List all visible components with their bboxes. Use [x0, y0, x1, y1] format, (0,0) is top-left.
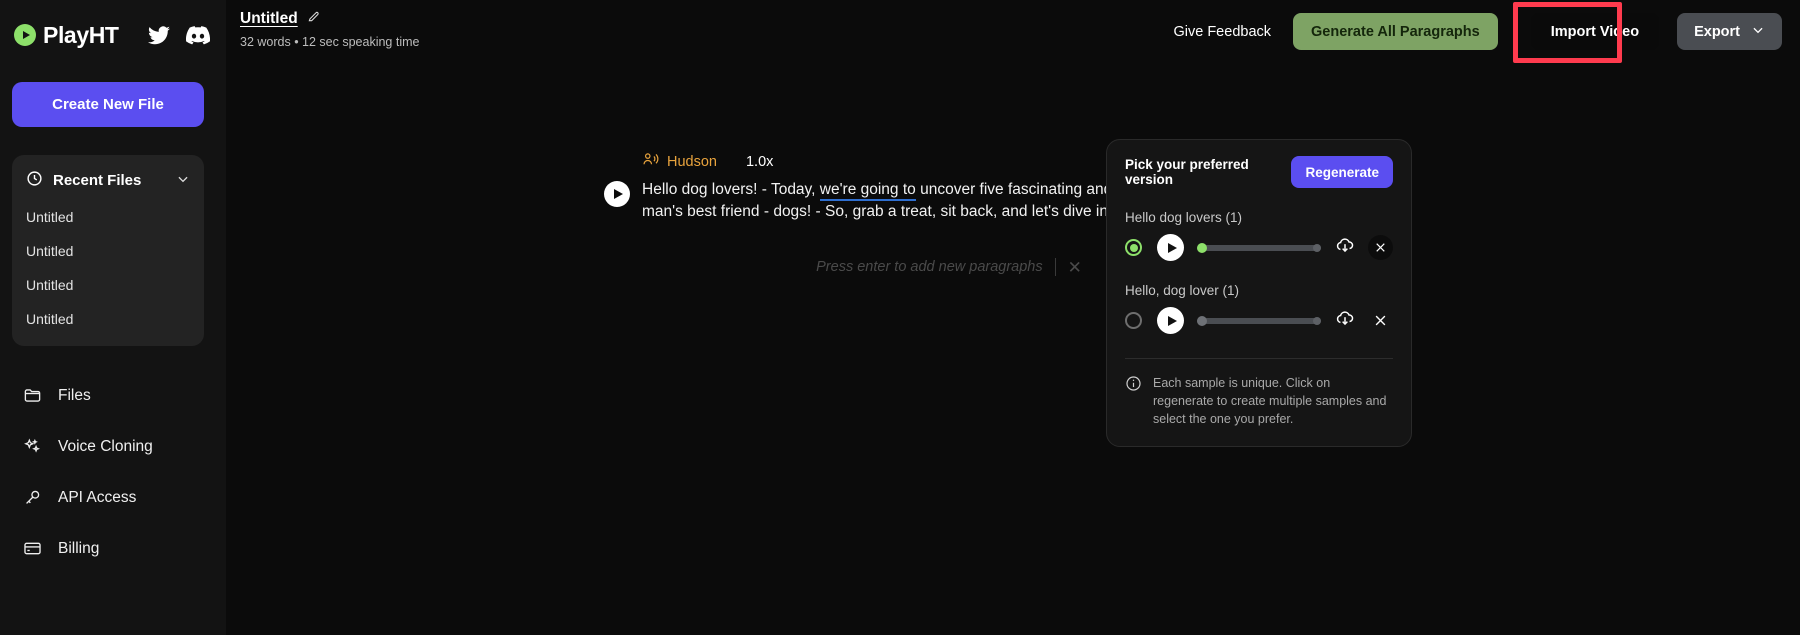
create-new-file-button[interactable]: Create New File	[12, 82, 204, 127]
play-icon[interactable]	[1157, 307, 1184, 334]
version-controls	[1125, 234, 1393, 261]
panel-info-text: Each sample is unique. Click on regenera…	[1153, 376, 1387, 426]
play-icon[interactable]	[1157, 234, 1184, 261]
close-icon[interactable]	[1368, 308, 1393, 333]
add-paragraph-hint: Press enter to add new paragraphs	[816, 259, 1043, 275]
cloud-download-icon[interactable]	[1334, 235, 1356, 261]
folder-icon	[22, 386, 42, 406]
give-feedback-button[interactable]: Give Feedback	[1173, 24, 1271, 40]
document-subtitle: 32 words • 12 sec speaking time	[240, 35, 420, 49]
chevron-down-icon	[1751, 23, 1765, 41]
key-icon	[22, 488, 42, 508]
sidebar-item-label: Voice Cloning	[58, 437, 153, 455]
top-header: Untitled 32 words • 12 sec speaking time…	[226, 0, 1800, 63]
header-divider	[1513, 13, 1515, 50]
panel-divider	[1125, 358, 1393, 359]
social-links	[147, 25, 210, 45]
document-meta: Untitled 32 words • 12 sec speaking time	[226, 0, 420, 50]
sidebar-item-billing[interactable]: Billing	[0, 523, 226, 574]
panel-header: Pick your preferred version Regenerate	[1125, 156, 1393, 188]
version-radio-selected[interactable]	[1125, 239, 1142, 256]
play-circle-icon	[14, 24, 36, 46]
panel-title: Pick your preferred version	[1125, 157, 1249, 187]
import-video-button[interactable]: Import Video	[1530, 13, 1660, 50]
recent-file-item[interactable]: Untitled	[12, 268, 204, 302]
voice-name[interactable]: Hudson	[667, 154, 717, 170]
export-button[interactable]: Export	[1677, 13, 1782, 50]
discord-icon[interactable]	[185, 25, 210, 45]
sidebar-item-files[interactable]: Files	[0, 370, 226, 421]
progress-end-marker	[1313, 243, 1321, 252]
info-icon	[1125, 375, 1142, 428]
document-title-row: Untitled	[240, 9, 419, 28]
playback-speed[interactable]: 1.0x	[746, 154, 773, 170]
sidebar-item-voice-cloning[interactable]: Voice Cloning	[0, 421, 226, 472]
recent-files-title: Recent Files	[53, 172, 142, 189]
speaker-person-icon[interactable]	[642, 152, 659, 172]
recent-file-item[interactable]: Untitled	[12, 200, 204, 234]
version-radio[interactable]	[1125, 312, 1142, 329]
recent-files-header[interactable]: Recent Files	[12, 161, 204, 200]
play-icon[interactable]	[604, 181, 630, 207]
recent-files-card: Recent Files Untitled Untitled Untitled …	[12, 155, 204, 346]
brand-header: PlayHT	[0, 0, 226, 70]
sidebar-item-label: Billing	[58, 539, 100, 557]
panel-info-note: Each sample is unique. Click on regenera…	[1125, 375, 1393, 428]
sidebar-item-api-access[interactable]: API Access	[0, 472, 226, 523]
sidebar: PlayHT Create New File Recent Files Unti…	[0, 0, 226, 635]
progress-knob[interactable]	[1197, 242, 1207, 253]
version-controls	[1125, 307, 1393, 334]
export-wrapper: Export	[1677, 13, 1782, 50]
recent-file-item[interactable]: Untitled	[12, 234, 204, 268]
text-segment: Hello dog lovers! - Today,	[642, 181, 820, 198]
close-icon[interactable]	[1368, 235, 1393, 260]
progress-end-marker	[1313, 316, 1321, 325]
app-root: PlayHT Create New File Recent Files Unti…	[0, 0, 1800, 635]
text-segment: uncover five fascinating and	[915, 181, 1117, 198]
version-label: Hello dog lovers (1)	[1125, 210, 1243, 225]
cloud-download-icon[interactable]	[1334, 308, 1356, 334]
page-title[interactable]: Untitled	[240, 10, 298, 28]
progress-knob[interactable]	[1197, 315, 1207, 326]
credit-card-icon	[22, 539, 42, 559]
edit-pencil-icon[interactable]	[307, 9, 321, 28]
brand-name: PlayHT	[43, 21, 119, 48]
preferred-version-panel: Pick your preferred version Regenerate H…	[1106, 139, 1412, 448]
main-area: Untitled 32 words • 12 sec speaking time…	[226, 0, 1800, 635]
version-item: Hello dog lovers (1)	[1125, 210, 1393, 261]
recent-file-item[interactable]: Untitled	[12, 302, 204, 336]
header-actions: Give Feedback Generate All Paragraphs Im…	[1173, 0, 1800, 63]
audio-progress-slider[interactable]	[1197, 315, 1321, 326]
chevron-down-icon[interactable]	[176, 172, 190, 190]
audio-progress-slider[interactable]	[1197, 242, 1321, 253]
version-label: Hello, dog lover (1)	[1125, 283, 1240, 298]
clock-icon	[26, 170, 43, 191]
generate-all-paragraphs-button[interactable]: Generate All Paragraphs	[1293, 13, 1498, 50]
version-item: Hello, dog lover (1)	[1125, 283, 1393, 334]
sidebar-item-label: Files	[58, 386, 91, 404]
sidebar-item-label: API Access	[58, 488, 137, 506]
add-paragraph-divider	[1054, 258, 1056, 276]
close-icon[interactable]: ✕	[1068, 259, 1082, 276]
sparkles-icon	[22, 437, 42, 457]
sidebar-nav: Files Voice Cloning API Access Billing	[0, 370, 226, 574]
twitter-icon[interactable]	[147, 25, 170, 45]
export-label: Export	[1694, 23, 1740, 40]
regenerate-button[interactable]: Regenerate	[1291, 156, 1393, 188]
text-segment-underlined-blue: we're going to	[819, 181, 916, 201]
